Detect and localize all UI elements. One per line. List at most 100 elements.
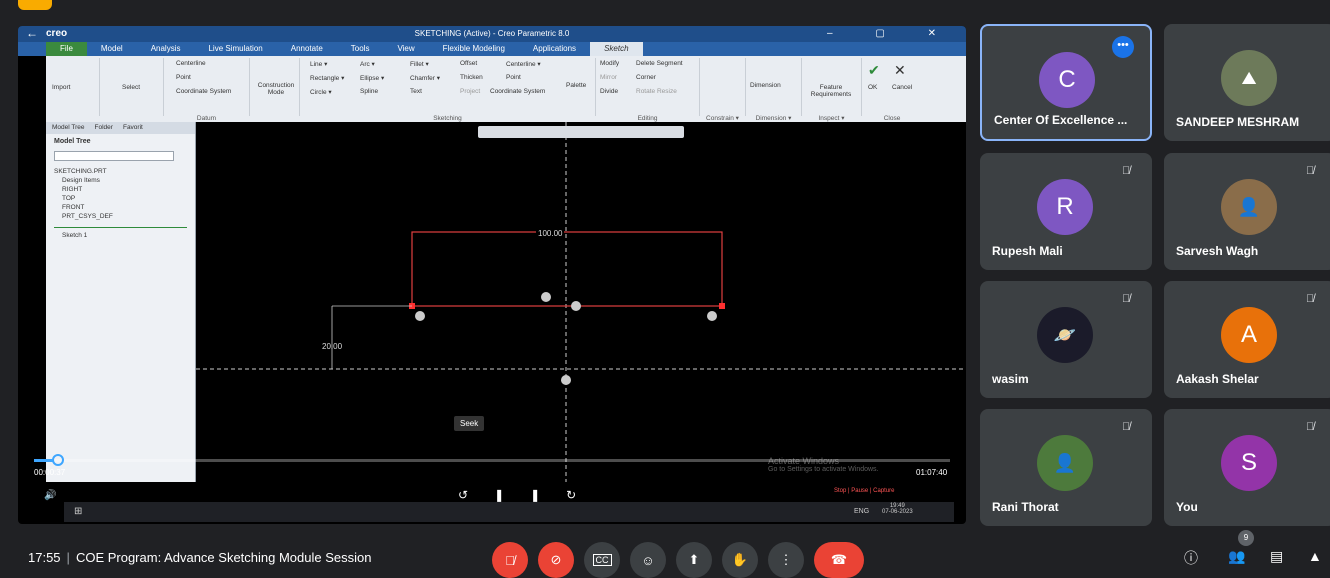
participant-tile[interactable]: A 🎙̸ Aakash Shelar bbox=[1164, 281, 1330, 398]
graphics-toolbar[interactable] bbox=[478, 126, 684, 138]
construction-mode-button[interactable]: Construction Mode bbox=[254, 82, 298, 96]
menu-analysis[interactable]: Analysis bbox=[137, 42, 195, 56]
menu-live-simulation[interactable]: Live Simulation bbox=[194, 42, 276, 56]
dimension-button[interactable]: Dimension bbox=[750, 82, 781, 89]
height-dimension-value[interactable]: 20.00 bbox=[322, 342, 342, 351]
menu-tools[interactable]: Tools bbox=[337, 42, 384, 56]
tab-favorites[interactable]: Favorit bbox=[123, 124, 143, 132]
mic-toggle-button[interactable]: 🎙̸ bbox=[492, 542, 528, 578]
participant-tile[interactable]: 👤 🎙̸ Sarvesh Wagh bbox=[1164, 153, 1330, 270]
divide-button[interactable]: Divide bbox=[600, 88, 618, 95]
window-title: SKETCHING (Active) - Creo Parametric 8.0 bbox=[414, 29, 570, 38]
rec-capture[interactable]: Capture bbox=[873, 488, 894, 494]
feature-requirements-button[interactable]: Feature Requirements bbox=[806, 84, 856, 98]
model-tree-panel: Model Tree Folder Favorit Model Tree SKE… bbox=[46, 122, 196, 482]
more-options-button[interactable]: ⋮ bbox=[768, 542, 804, 578]
recorder-controls[interactable]: Stop | Pause | Capture bbox=[834, 488, 895, 494]
menu-model[interactable]: Model bbox=[87, 42, 137, 56]
rectangle-tool[interactable]: Rectangle ▾ bbox=[310, 74, 344, 82]
rotate-resize-button[interactable]: Rotate Resize bbox=[636, 88, 677, 95]
tree-item-csys[interactable]: PRT_CSYS_DEF bbox=[54, 212, 187, 221]
corner-button[interactable]: Corner bbox=[636, 74, 656, 81]
import-button[interactable]: Import bbox=[52, 84, 70, 91]
sketch-canvas[interactable]: 100.00 20.00 bbox=[196, 122, 966, 482]
camera-toggle-button[interactable]: ⊘ bbox=[538, 542, 574, 578]
present-button[interactable]: ⬆ bbox=[676, 542, 712, 578]
avatar: R bbox=[1037, 179, 1093, 235]
ok-button[interactable]: OK bbox=[868, 84, 877, 91]
raise-hand-button[interactable]: ✋ bbox=[722, 542, 758, 578]
mirror-button[interactable]: Mirror bbox=[600, 74, 617, 81]
datum-centerline[interactable]: Centerline bbox=[176, 60, 206, 67]
fillet-tool[interactable]: Fillet ▾ bbox=[410, 60, 429, 68]
point-tool[interactable]: Point bbox=[506, 74, 521, 81]
spline-tool[interactable]: Spline bbox=[360, 88, 378, 95]
more-options-icon[interactable]: ••• bbox=[1112, 36, 1134, 58]
text-tool[interactable]: Text bbox=[410, 88, 422, 95]
participant-tile[interactable]: C ••• Center Of Excellence ... bbox=[980, 24, 1152, 141]
menu-file[interactable]: File bbox=[46, 42, 87, 56]
rewind-10-icon[interactable]: ↺ bbox=[458, 488, 494, 502]
menu-view[interactable]: View bbox=[383, 42, 428, 56]
tree-item-part[interactable]: SKETCHING.PRT bbox=[54, 167, 187, 176]
participant-tile[interactable]: 🪐 🎙̸ wasim bbox=[980, 281, 1152, 398]
tree-item-top[interactable]: TOP bbox=[54, 194, 187, 203]
rec-stop[interactable]: Stop bbox=[834, 488, 846, 494]
seek-bar[interactable] bbox=[34, 454, 950, 466]
info-icon[interactable]: ⓘ bbox=[1184, 548, 1198, 568]
tab-folder[interactable]: Folder bbox=[95, 124, 113, 132]
leave-call-button[interactable]: ☎ bbox=[814, 542, 864, 578]
chat-icon[interactable]: ▤ bbox=[1270, 548, 1283, 565]
cancel-x-icon[interactable]: ✕ bbox=[894, 62, 906, 79]
participant-tile[interactable]: R 🎙̸ Rupesh Mali bbox=[980, 153, 1152, 270]
project-tool[interactable]: Project bbox=[460, 88, 480, 95]
tree-item-right[interactable]: RIGHT bbox=[54, 185, 187, 194]
participant-tile[interactable]: 👤 🎙̸ Rani Thorat bbox=[980, 409, 1152, 526]
select-button[interactable]: Select bbox=[122, 84, 140, 91]
thicken-tool[interactable]: Thicken bbox=[460, 74, 483, 81]
menu-annotate[interactable]: Annotate bbox=[277, 42, 337, 56]
menu-flexible-modeling[interactable]: Flexible Modeling bbox=[429, 42, 519, 56]
elapsed-time: 00:00:37 bbox=[34, 468, 66, 477]
line-tool[interactable]: Line ▾ bbox=[310, 60, 327, 68]
constrain-group-label[interactable]: Constrain ▾ bbox=[700, 114, 745, 122]
chamfer-tool[interactable]: Chamfer ▾ bbox=[410, 74, 440, 82]
seek-knob[interactable] bbox=[52, 454, 64, 466]
delete-segment-button[interactable]: Delete Segment bbox=[636, 60, 683, 67]
model-tree-search-input[interactable] bbox=[54, 151, 174, 161]
captions-button[interactable]: CC bbox=[584, 542, 620, 578]
circle-tool[interactable]: Circle ▾ bbox=[310, 88, 332, 96]
activities-icon[interactable]: ▲ bbox=[1308, 548, 1322, 564]
window-controls[interactable]: – ▢ ✕ bbox=[827, 28, 956, 39]
inspect-group-label[interactable]: Inspect ▾ bbox=[802, 114, 861, 122]
people-icon[interactable]: 👥 bbox=[1228, 548, 1245, 565]
pause-icon[interactable]: ❚❚ bbox=[494, 488, 566, 502]
menu-applications[interactable]: Applications bbox=[519, 42, 590, 56]
modify-button[interactable]: Modify bbox=[600, 60, 619, 67]
centerline-tool[interactable]: Centerline ▾ bbox=[506, 60, 541, 68]
tree-item-sketch[interactable]: Sketch 1 bbox=[54, 227, 187, 240]
participant-tile[interactable]: ⛰ SANDEEP MESHRAM bbox=[1164, 24, 1330, 141]
close-group-label: Close bbox=[883, 115, 901, 122]
datum-coordinate-system[interactable]: Coordinate System bbox=[176, 88, 231, 95]
ellipse-tool[interactable]: Ellipse ▾ bbox=[360, 74, 384, 82]
menu-sketch[interactable]: Sketch bbox=[590, 42, 643, 56]
participant-tile[interactable]: S 🎙̸ You bbox=[1164, 409, 1330, 526]
reactions-button[interactable]: ☺ bbox=[630, 542, 666, 578]
tree-item-design-items[interactable]: Design Items bbox=[54, 176, 187, 185]
arc-tool[interactable]: Arc ▾ bbox=[360, 60, 375, 68]
tab-model-tree[interactable]: Model Tree bbox=[52, 124, 85, 132]
cancel-button[interactable]: Cancel bbox=[892, 84, 912, 91]
width-dimension-value[interactable]: 100.00 bbox=[536, 229, 565, 238]
rec-pause[interactable]: Pause bbox=[851, 488, 868, 494]
coordinate-system-tool[interactable]: Coordinate System bbox=[490, 88, 545, 95]
ok-check-icon[interactable]: ✔ bbox=[868, 62, 880, 79]
forward-30-icon[interactable]: ↻ bbox=[566, 488, 602, 502]
offset-tool[interactable]: Offset bbox=[460, 60, 477, 67]
datum-point[interactable]: Point bbox=[176, 74, 191, 81]
palette-button[interactable]: Palette bbox=[566, 82, 586, 89]
volume-icon[interactable]: 🔊 bbox=[44, 490, 56, 501]
dimension-group-label[interactable]: Dimension ▾ bbox=[746, 114, 801, 122]
tree-item-front[interactable]: FRONT bbox=[54, 203, 187, 212]
windows-start-icon[interactable]: ⊞ bbox=[74, 506, 82, 517]
